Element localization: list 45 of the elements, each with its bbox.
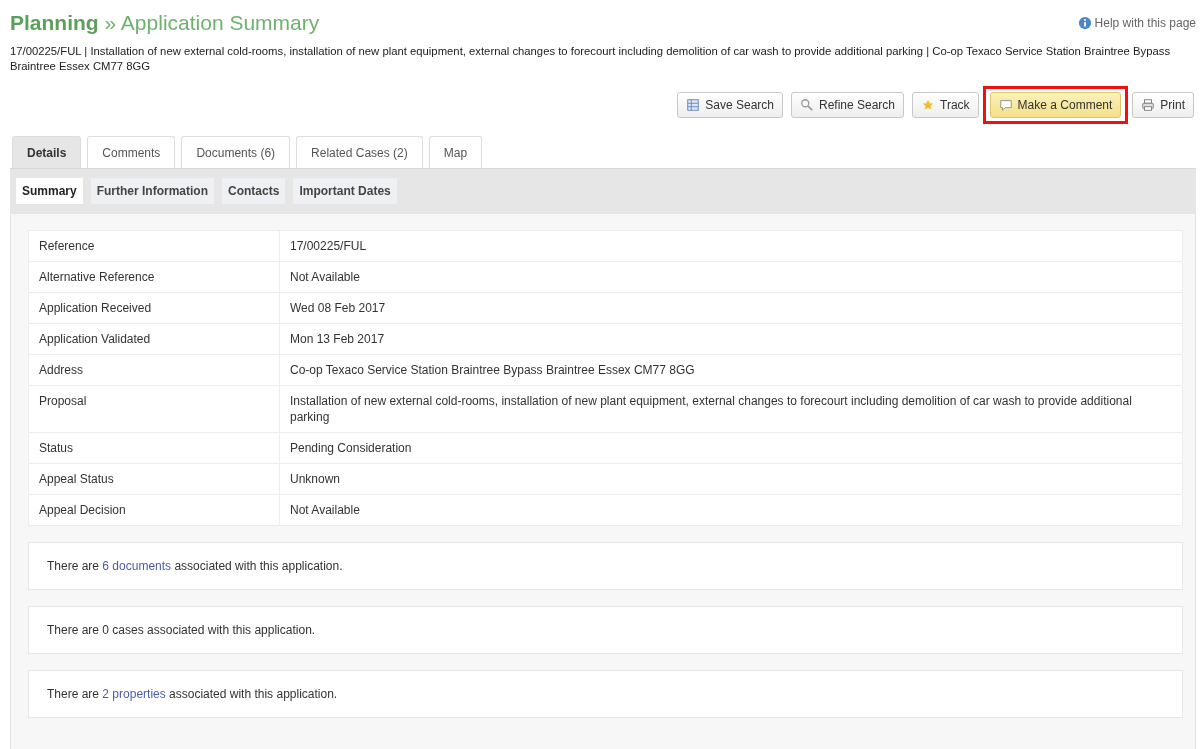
tab[interactable]: Map [428, 136, 483, 168]
subtab[interactable]: Summary [16, 178, 83, 204]
action-button[interactable]: Make a Comment [989, 92, 1122, 118]
action-button[interactable]: Refine Search [791, 92, 905, 118]
speech-bubble-icon [998, 98, 1013, 112]
subtab[interactable]: Further Information [90, 178, 215, 204]
row-label: Address [28, 354, 280, 386]
tab[interactable]: Details [12, 136, 82, 168]
subtab[interactable]: Contacts [222, 178, 286, 204]
row-label: Alternative Reference [28, 261, 280, 293]
printer-icon [1141, 98, 1156, 112]
link[interactable]: 2 properties [102, 687, 166, 701]
subtab[interactable]: Important Dates [293, 178, 397, 204]
action-button[interactable]: Save Search [677, 92, 783, 118]
row-label: Application Validated [28, 323, 280, 355]
application-description: 17/00225/FUL | Installation of new external cold-rooms, installation of new plant equipment, external changes to forecourt including demolition of car wash to provide additional parking | Co-op Texaco Service Station Braintree Bypass Braintree Essex CM77 8GG [10, 44, 1172, 74]
row-value: Co-op Texaco Service Station Braintree Bypass Braintree Essex CM77 8GG [279, 354, 1183, 386]
note-text: There are 0 cases associated with this application. [47, 623, 317, 637]
row-value: Mon 13 Feb 2017 [279, 323, 1183, 355]
row-label: Appeal Status [28, 463, 280, 495]
page-title: Planning » Application Summary [10, 11, 320, 35]
tab[interactable]: Documents (6) [181, 136, 291, 168]
row-value: Not Available [279, 261, 1183, 293]
help-link[interactable]: Help with this page [1077, 16, 1196, 30]
row-label: Status [28, 432, 280, 464]
action-button[interactable]: Print [1132, 92, 1194, 118]
search-icon [800, 98, 814, 112]
info-icon [1077, 16, 1092, 30]
row-value: 17/00225/FUL [279, 230, 1183, 262]
row-value: Pending Consideration [279, 432, 1183, 464]
tab[interactable]: Comments [87, 136, 176, 168]
row-label: Reference [28, 230, 280, 262]
link[interactable]: 6 documents [102, 559, 172, 573]
row-value: Wed 08 Feb 2017 [279, 292, 1183, 324]
action-button[interactable]: Track [912, 92, 979, 118]
row-value: Not Available [279, 494, 1183, 526]
tab[interactable]: Related Cases (2) [296, 136, 423, 168]
note-text: There are 2 properties associated with this application. [47, 687, 339, 701]
row-label: Appeal Decision [28, 494, 280, 526]
row-label: Proposal [28, 385, 280, 433]
row-label: Application Received [28, 292, 280, 324]
grid-icon [686, 98, 701, 112]
row-value: Unknown [279, 463, 1183, 495]
note-text: There are 6 documents associated with this application. [47, 559, 344, 573]
row-value: Installation of new external cold-rooms, installation of new plant equipment, external changes to forecourt including demolition of car wash to provide additional parking [279, 385, 1183, 433]
